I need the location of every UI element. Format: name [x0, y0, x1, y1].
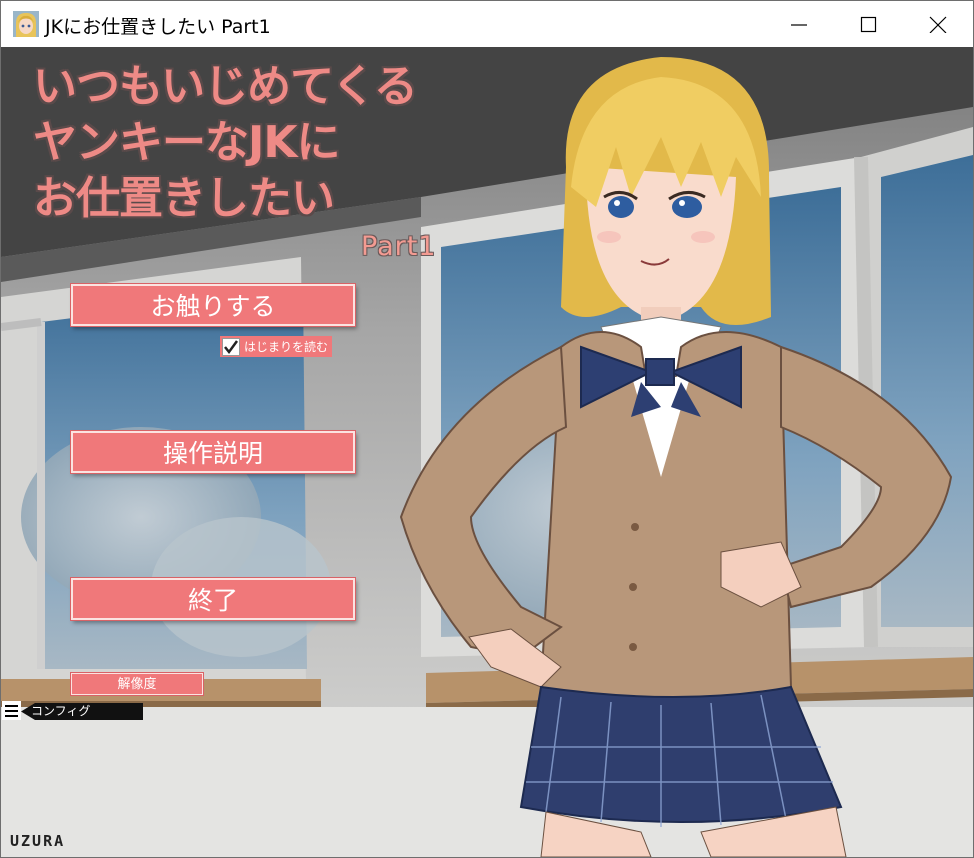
- window-title: JKにお仕置きしたい Part1: [45, 16, 271, 38]
- checkbox-checked-icon: [222, 337, 240, 356]
- quit-button[interactable]: 終了: [71, 578, 355, 620]
- close-icon: [929, 16, 947, 33]
- minimize-button[interactable]: [764, 1, 834, 47]
- intro-checkbox[interactable]: はじまりを読む: [220, 336, 333, 357]
- touch-button[interactable]: お触りする: [71, 284, 355, 326]
- title-bar[interactable]: JKにお仕置きしたい Part1: [1, 1, 973, 47]
- game-title-logo: いつもいじめてくる ヤンキーなJKに お仕置きしたい Part1: [33, 59, 493, 262]
- developer-credit: UZURA: [10, 832, 66, 850]
- title-line-1: いつもいじめてくる: [33, 61, 418, 112]
- maximize-button[interactable]: [834, 1, 904, 47]
- instructions-button[interactable]: 操作説明: [71, 431, 355, 473]
- title-part-label: Part1: [361, 231, 437, 262]
- character-portrait-icon: [13, 11, 39, 37]
- close-button[interactable]: [903, 1, 973, 47]
- config-label[interactable]: コンフィグ: [31, 702, 90, 719]
- title-line-2: ヤンキーなJKに: [33, 117, 340, 168]
- maximize-icon: [860, 16, 877, 33]
- hamburger-menu-icon[interactable]: [2, 701, 21, 720]
- intro-checkbox-label: はじまりを読む: [244, 340, 329, 354]
- resolution-button[interactable]: 解像度: [71, 673, 203, 695]
- title-line-3: お仕置きしたい: [33, 173, 335, 224]
- game-canvas[interactable]: いつもいじめてくる ヤンキーなJKに お仕置きしたい Part1 お触りする は…: [1, 47, 973, 857]
- config-bar[interactable]: コンフィグ: [1, 701, 145, 722]
- minimize-icon: [791, 24, 807, 26]
- app-window: JKにお仕置きしたい Part1 いつもいじめてくる ヤンキーなJKに お仕置き…: [0, 0, 974, 858]
